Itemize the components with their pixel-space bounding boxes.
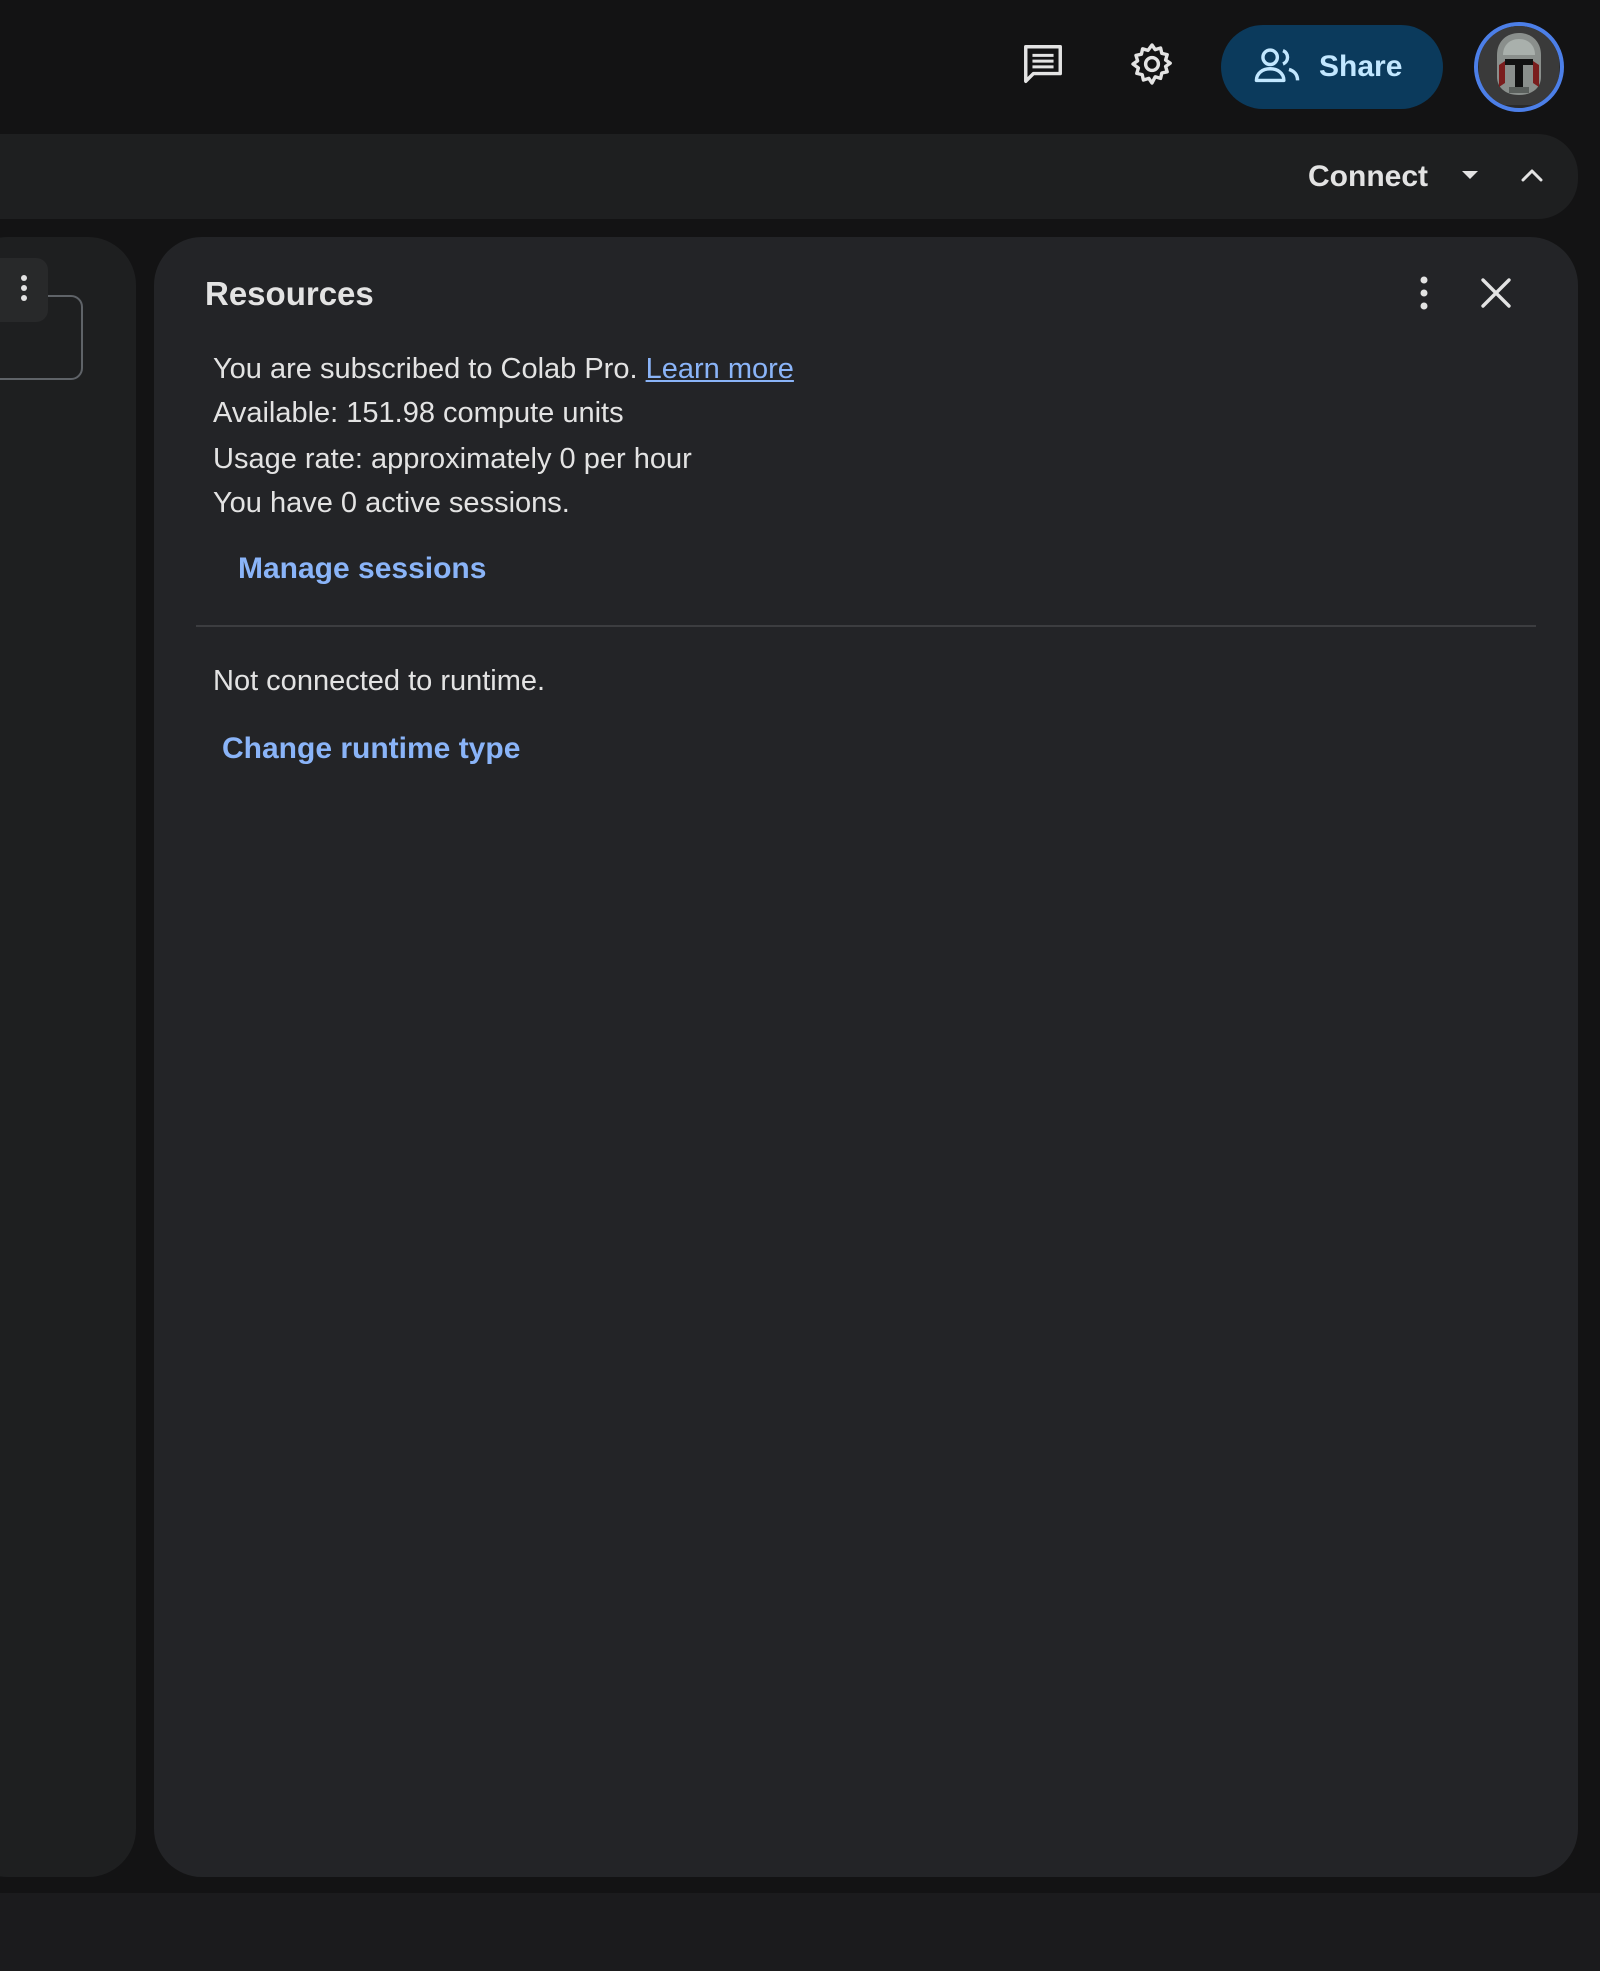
colab-window: Share Connect Resources You are subscrib…	[0, 0, 1600, 1971]
collapse-header-button[interactable]	[1514, 156, 1550, 198]
notebook-panel-edge	[0, 237, 136, 1877]
subscription-text: You are subscribed to Colab Pro.	[213, 353, 638, 385]
manage-sessions-button[interactable]: Manage sessions	[238, 552, 486, 586]
comment-icon	[1020, 41, 1066, 92]
share-button[interactable]: Share	[1221, 25, 1443, 109]
change-runtime-type-button[interactable]: Change runtime type	[222, 732, 520, 766]
usage-rate-text: Usage rate: approximately 0 per hour	[213, 443, 692, 475]
settings-button[interactable]	[1122, 36, 1182, 96]
helmet-avatar-icon	[1479, 26, 1559, 108]
account-avatar[interactable]	[1474, 22, 1564, 112]
notebook-toolbar: Connect	[0, 134, 1578, 219]
connect-button[interactable]: Connect	[1308, 156, 1428, 198]
connect-dropdown-button[interactable]	[1452, 156, 1488, 198]
active-sessions-text: You have 0 active sessions.	[213, 487, 570, 519]
top-header: Share	[0, 0, 1600, 134]
chevron-up-icon	[1520, 167, 1544, 188]
more-vert-icon	[1419, 275, 1429, 316]
caret-down-icon	[1460, 168, 1480, 186]
panel-close-button[interactable]	[1474, 273, 1518, 317]
share-label: Share	[1319, 50, 1403, 83]
panel-title: Resources	[205, 275, 374, 312]
status-bar	[0, 1893, 1600, 1971]
more-vert-icon	[19, 273, 29, 308]
learn-more-link[interactable]: Learn more	[646, 353, 794, 385]
subscription-line: You are subscribed to Colab Pro. Learn m…	[213, 353, 794, 386]
close-icon	[1479, 276, 1513, 315]
panel-more-button[interactable]	[1404, 273, 1444, 317]
section-divider	[196, 625, 1536, 627]
people-icon	[1253, 45, 1301, 90]
comments-button[interactable]	[1013, 36, 1073, 96]
available-units-text: Available: 151.98 compute units	[213, 397, 624, 429]
cell-more-button[interactable]	[0, 258, 48, 322]
gear-icon	[1128, 40, 1176, 93]
runtime-status-text: Not connected to runtime.	[213, 665, 546, 697]
resources-panel: Resources You are subscribed to Colab Pr…	[154, 237, 1578, 1877]
